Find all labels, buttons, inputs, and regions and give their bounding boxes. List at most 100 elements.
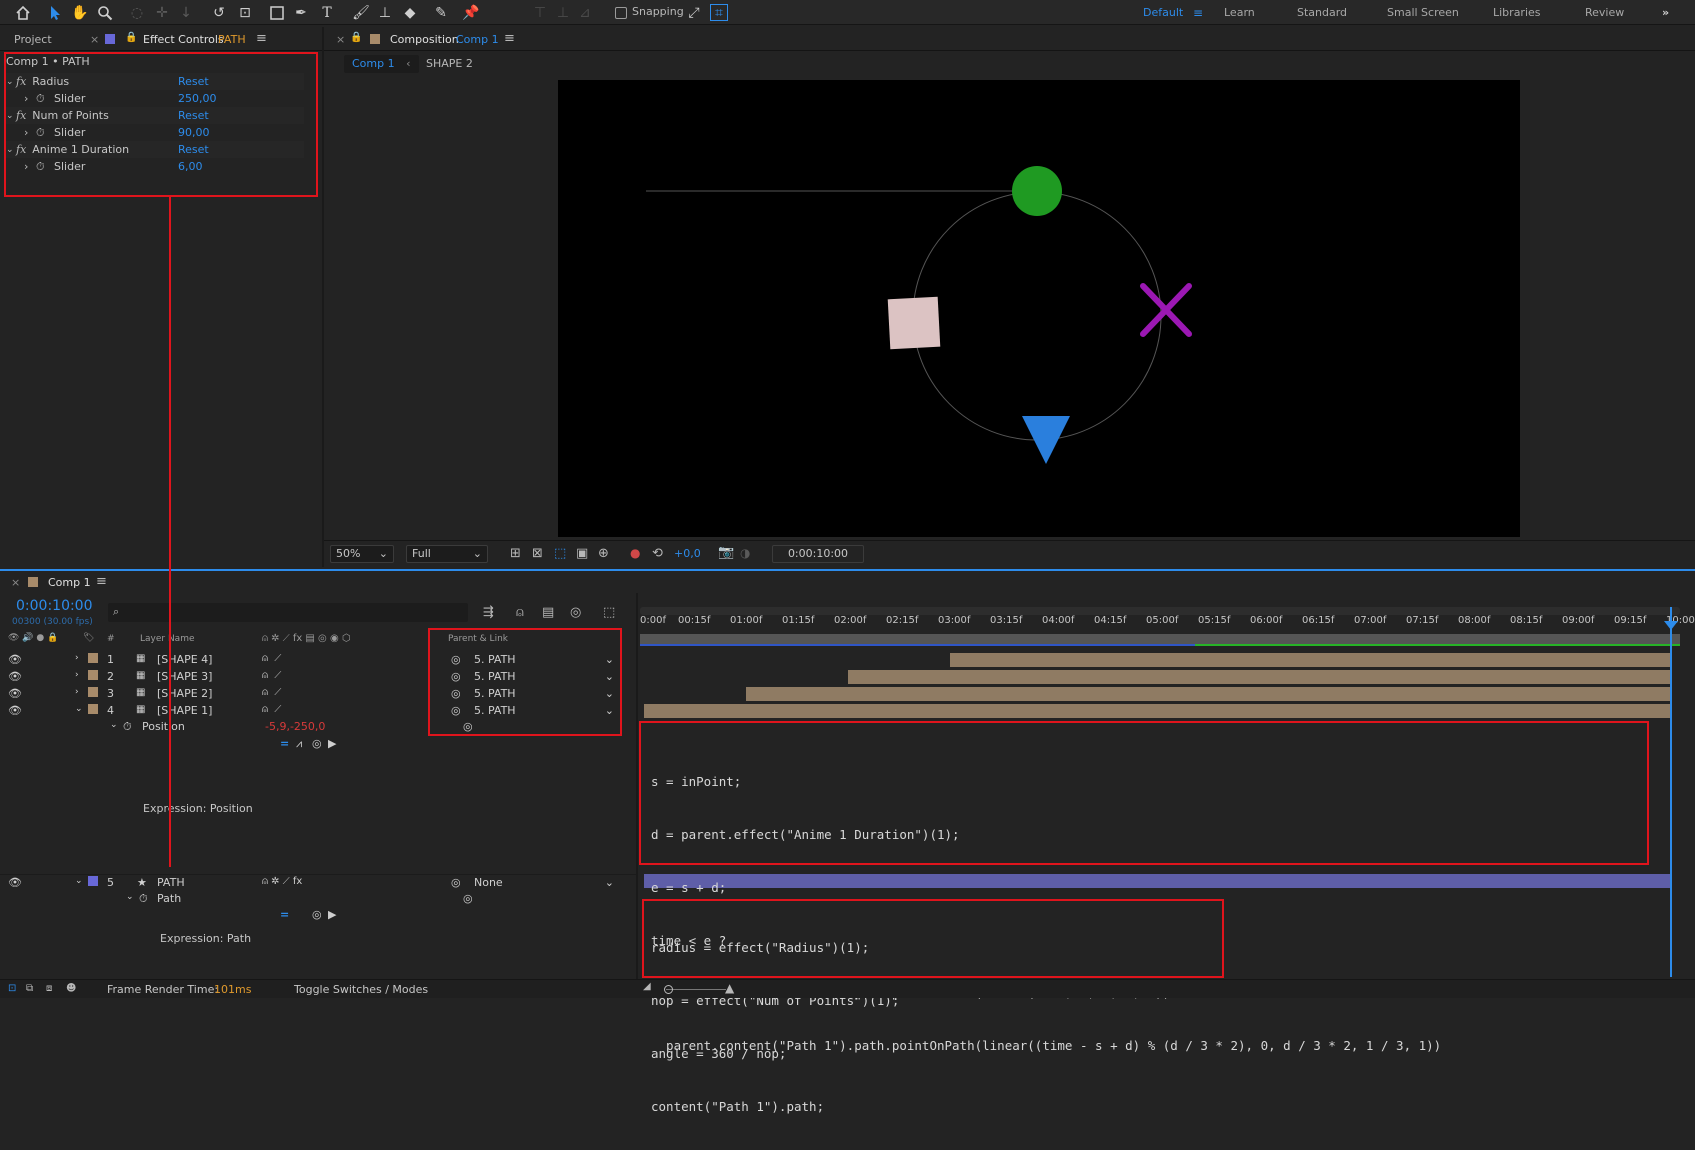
rectangle-tool-icon[interactable] <box>268 4 286 21</box>
current-time[interactable]: 0:00:10:00 <box>16 598 93 614</box>
transparency-grid-icon[interactable]: ⊠ <box>532 546 543 561</box>
shy-layers-icon[interactable]: ⍝ <box>516 605 524 620</box>
layer-switches-icons[interactable]: ⍝ ✲ ⟋ fx <box>262 876 302 887</box>
anchor-tool-icon[interactable]: ⊡ <box>236 4 254 21</box>
zoom-in-icon[interactable]: ▲ <box>725 981 734 995</box>
col-layer-name[interactable]: Layer Name <box>140 634 195 644</box>
eye-icon[interactable]: 👁 <box>8 876 22 889</box>
more-workspaces-icon[interactable]: » <box>1662 6 1669 19</box>
workspace-menu-icon[interactable]: ≡ <box>1193 6 1203 20</box>
region-of-interest-icon[interactable]: ⊞ <box>510 546 521 561</box>
render-time-pane-icon[interactable]: ☻ <box>66 983 76 994</box>
label-color-swatch[interactable] <box>88 687 98 697</box>
world-axis-icon[interactable]: ⊿ <box>576 4 594 21</box>
snap-icon[interactable]: ⤢ <box>685 4 703 21</box>
stopwatch-icon[interactable]: ⏱ <box>123 720 132 734</box>
pan-tool-icon[interactable]: ✛ <box>153 4 171 21</box>
resolution-select[interactable]: Full ⌄ <box>406 545 488 563</box>
frame-blending-icon[interactable]: ▤ <box>542 605 554 620</box>
layer-switches-icons[interactable]: ⍝ ⟋ <box>262 653 281 664</box>
color-channels-icon[interactable]: ● <box>630 546 640 560</box>
playhead[interactable] <box>1670 607 1672 977</box>
chevron-down-icon[interactable]: ⌄ <box>75 876 83 886</box>
mask-visibility-icon[interactable]: ⬚ <box>554 546 566 561</box>
expression-pickwhip-icon[interactable]: ◎ <box>312 908 322 921</box>
rotate-tool-icon[interactable]: ↺ <box>210 4 228 21</box>
eye-icon[interactable]: 👁 <box>8 653 22 666</box>
layer-bar-shape3[interactable] <box>848 670 1670 684</box>
eye-icon[interactable]: 👁 <box>8 670 22 683</box>
eye-icon[interactable]: 👁 <box>8 704 22 717</box>
timeline-split-divider[interactable] <box>636 593 638 979</box>
toggle-switches-modes[interactable]: Toggle Switches / Modes <box>294 983 428 996</box>
work-area-bar[interactable] <box>640 607 1680 615</box>
eraser-tool-icon[interactable]: ◆ <box>401 4 419 21</box>
time-ruler[interactable]: 0:00f 00:15f 01:00f 01:15f 02:00f 02:15f 03:00… <box>640 615 1695 631</box>
tab-comp1[interactable]: Comp 1 <box>48 576 91 589</box>
parent-select[interactable]: None ⌄ <box>468 875 618 890</box>
zoom-out-icon[interactable]: ◢ <box>643 981 651 992</box>
home-icon[interactable] <box>14 4 32 21</box>
timeline-zoom-knob[interactable] <box>664 985 673 994</box>
exposure-value[interactable]: +0,0 <box>674 547 701 560</box>
expression-enable-icon[interactable]: = <box>280 737 289 750</box>
color-management-icon[interactable]: ⟲ <box>652 546 663 561</box>
workspace-learn[interactable]: Learn <box>1224 6 1255 19</box>
label-color-swatch[interactable] <box>88 670 98 680</box>
layer-switches-icons[interactable]: ⍝ ⟋ <box>262 704 281 715</box>
hand-tool-icon[interactable]: ✋ <box>71 4 89 21</box>
layer-name[interactable]: PATH <box>157 876 185 889</box>
layer-name[interactable]: [SHAPE 4] <box>157 653 212 666</box>
layer-row-path[interactable]: 👁 ⌄ 5 ★ PATH ⍝ ✲ ⟋ fx ◎ None ⌄ <box>0 874 636 890</box>
transfer-controls-pane-icon[interactable]: ⧉ <box>26 983 33 994</box>
stopwatch-icon[interactable]: ⏱ <box>139 892 148 906</box>
workspace-default[interactable]: Default <box>1143 6 1183 19</box>
position-value[interactable]: -5,9,-250,0 <box>265 720 325 733</box>
layer-switches-icons[interactable]: ⍝ ⟋ <box>262 670 281 681</box>
layer-switches-pane-icon[interactable]: ⊡ <box>8 983 16 994</box>
guides-icon[interactable]: ▣ <box>576 546 588 561</box>
expression-language-menu-icon[interactable]: ▶ <box>328 908 336 921</box>
orbit-tool-icon[interactable]: ◌ <box>128 4 146 21</box>
comp-breadcrumb-shape2[interactable]: SHAPE 2 <box>426 57 473 70</box>
graph-editor-icon[interactable]: ⬚ <box>603 605 615 620</box>
chevron-down-icon[interactable]: ⌄ <box>110 720 118 730</box>
graph-icon[interactable]: ⩘ <box>296 737 302 751</box>
close-icon[interactable]: × <box>11 576 20 589</box>
selection-tool-icon[interactable] <box>46 4 64 21</box>
type-tool-icon[interactable]: T <box>318 4 336 21</box>
workspace-standard[interactable]: Standard <box>1297 6 1347 19</box>
layer-bar-shape2[interactable] <box>746 687 1670 701</box>
lock-icon[interactable]: 🔒 <box>125 32 137 43</box>
chevron-down-icon[interactable]: ⌄ <box>75 704 83 714</box>
expression-language-menu-icon[interactable]: ▶ <box>328 737 336 750</box>
puppet-pin-icon[interactable]: 📌 <box>462 4 480 21</box>
layer-name[interactable]: [SHAPE 1] <box>157 704 212 717</box>
chevron-right-icon[interactable]: › <box>75 653 79 663</box>
roto-brush-icon[interactable]: ✎ <box>432 4 450 21</box>
expression-pickwhip-icon[interactable]: ◎ <box>312 737 322 750</box>
show-snapshot-icon[interactable]: ◑ <box>740 546 750 560</box>
tab-effect-controls[interactable]: Effect Controls <box>143 33 224 46</box>
expression-enable-icon[interactable]: = <box>280 908 289 921</box>
local-axis-icon[interactable]: ⊥ <box>554 4 572 21</box>
dolly-tool-icon[interactable]: ↓ <box>177 4 195 21</box>
snap-grid-icon[interactable]: ⌗ <box>710 4 728 21</box>
workspace-libraries[interactable]: Libraries <box>1493 6 1541 19</box>
lock-icon[interactable]: 🔒 <box>350 32 362 43</box>
label-color-swatch[interactable] <box>88 653 98 663</box>
timeline-zoom-slider[interactable] <box>666 989 726 990</box>
layer-search-input[interactable]: ⌕ <box>108 603 468 622</box>
eye-icon[interactable]: 👁 <box>8 687 22 700</box>
workspace-review[interactable]: Review <box>1585 6 1624 19</box>
parent-pickwhip-icon[interactable]: ◎ <box>451 876 461 889</box>
panel-menu-icon[interactable]: ≡ <box>256 31 267 46</box>
comp-mini-flowchart-icon[interactable]: ⇶ <box>483 605 494 620</box>
label-color-swatch[interactable] <box>88 704 98 714</box>
chevron-right-icon[interactable]: › <box>75 670 79 680</box>
zoom-select[interactable]: 50% ⌄ <box>330 545 394 563</box>
tab-project[interactable]: Project <box>14 33 52 46</box>
close-icon[interactable]: × <box>336 33 345 46</box>
snapshot-icon[interactable]: 📷 <box>718 545 734 560</box>
layer-bar-shape4[interactable] <box>950 653 1670 667</box>
